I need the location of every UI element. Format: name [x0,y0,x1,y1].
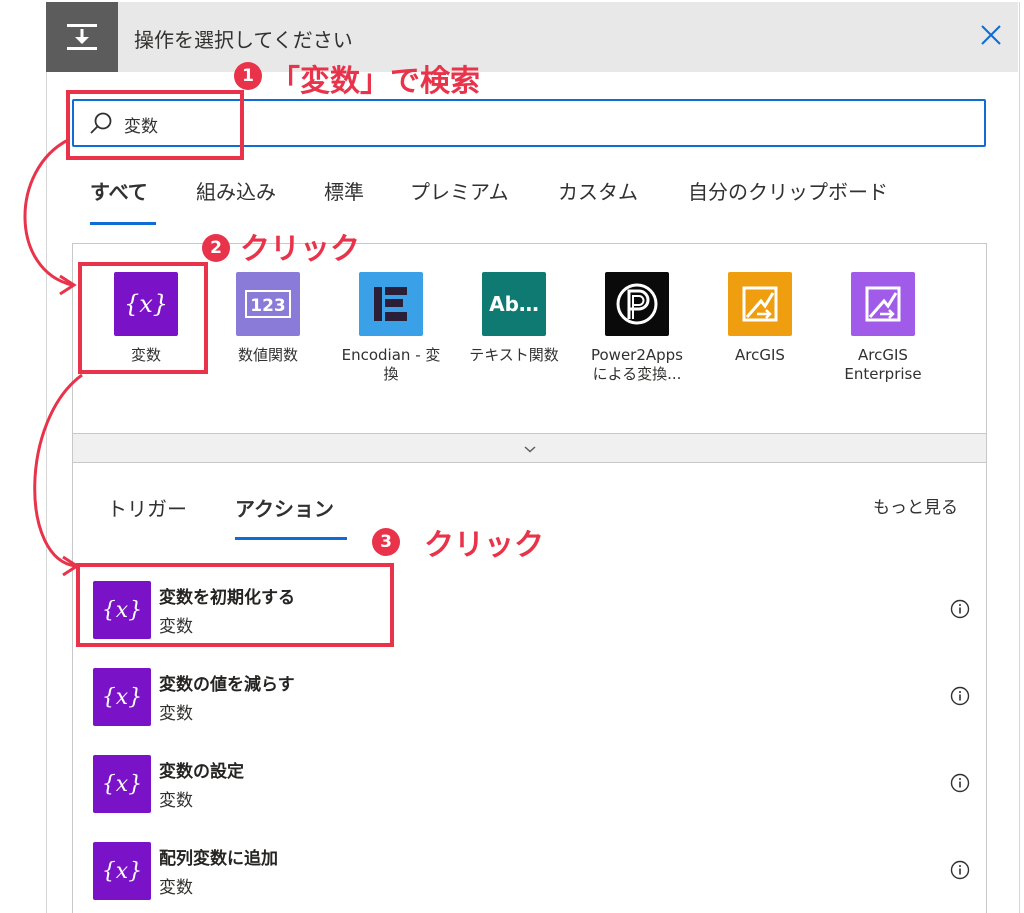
encodian-icon [359,272,423,336]
info-icon[interactable] [949,685,971,711]
connector-grid: {x} 変数 123 数値関数 Encodian - 変換 Ab… テキスト関数… [72,243,987,433]
tab-my-clipboard[interactable]: 自分のクリップボード [688,176,888,205]
info-icon[interactable] [949,598,971,624]
variable-braces-icon: {x} [93,668,151,726]
tab-custom[interactable]: カスタム [558,176,638,205]
annotation-step1-label: 「変数」で検索 [270,64,480,99]
arcgis-enterprise-icon [851,272,915,336]
connector-label: テキスト関数 [469,346,559,364]
tab-actions[interactable]: アクション [235,493,334,522]
action-connector: 変数 [159,704,193,724]
text-ab-glyph: Ab… [489,292,539,316]
annotation-box-variable-connector [78,262,208,374]
connector-arcgis-enterprise[interactable]: ArcGIS Enterprise [828,272,938,384]
variable-braces-icon: {x} [93,755,151,813]
connector-power2apps[interactable]: Power2Apps による変換... [582,272,692,384]
action-title: 変数の値を減らす [159,675,295,695]
action-row-decrement-variable[interactable]: {x} 変数の値を減らす 変数 [91,668,971,728]
text-ab-icon: Ab… [482,272,546,336]
connector-label: ArcGIS [735,346,785,364]
annotation-badge-3: 3 [372,528,400,556]
svg-text:{x}: {x} [102,859,142,884]
panel-title: 操作を選択してください [134,28,353,52]
connector-arcgis[interactable]: ArcGIS [705,272,815,365]
variable-braces-icon: {x} [93,842,151,900]
tab-triggers[interactable]: トリガー [107,493,187,522]
tab-all[interactable]: すべて [90,176,148,205]
annotation-badge-1: 1 [234,62,262,90]
svg-text:{x}: {x} [102,685,142,710]
action-connector: 変数 [159,878,193,898]
tab-standard[interactable]: 標準 [324,176,364,205]
active-tab-indicator [90,222,156,225]
svg-text:123: 123 [250,296,286,316]
close-icon[interactable] [978,22,1004,48]
connector-encodian[interactable]: Encodian - 変換 [336,272,446,384]
info-icon[interactable] [949,772,971,798]
connector-label: 数値関数 [237,346,298,364]
tab-premium[interactable]: プレミアム [410,176,509,205]
expand-connectors-button[interactable] [72,433,987,463]
action-title: 変数の設定 [159,762,244,782]
action-row-set-variable[interactable]: {x} 変数の設定 変数 [91,755,971,815]
connector-label: Power2Apps による変換... [590,346,683,383]
action-title: 配列変数に追加 [159,849,278,869]
annotation-box-search [66,90,244,160]
operation-icon [46,2,118,72]
power2apps-icon [605,272,669,336]
annotation-box-initialize-variable [76,563,394,647]
see-more-link[interactable]: もっと見る [873,493,958,518]
info-icon[interactable] [949,859,971,885]
search-input[interactable] [122,109,966,139]
connector-number-functions[interactable]: 123 数値関数 [213,272,323,365]
svg-text:{x}: {x} [102,772,142,797]
action-row-append-to-array-variable[interactable]: {x} 配列変数に追加 変数 [91,842,971,902]
connector-label: Encodian - 変換 [341,346,441,383]
panel-header: 操作を選択してください [46,2,1018,72]
chevron-down-icon [523,439,537,458]
active-subtab-indicator [235,537,347,540]
arcgis-icon [728,272,792,336]
connector-label: ArcGIS Enterprise [844,346,922,383]
annotation-badge-2: 2 [202,234,230,262]
number-123-icon: 123 [236,272,300,336]
annotation-step2-label: クリック [240,232,360,267]
action-connector: 変数 [159,791,193,811]
connector-text-functions[interactable]: Ab… テキスト関数 [459,272,569,365]
tab-builtin[interactable]: 組み込み [196,176,276,205]
annotation-step3-label: クリック [424,528,544,563]
